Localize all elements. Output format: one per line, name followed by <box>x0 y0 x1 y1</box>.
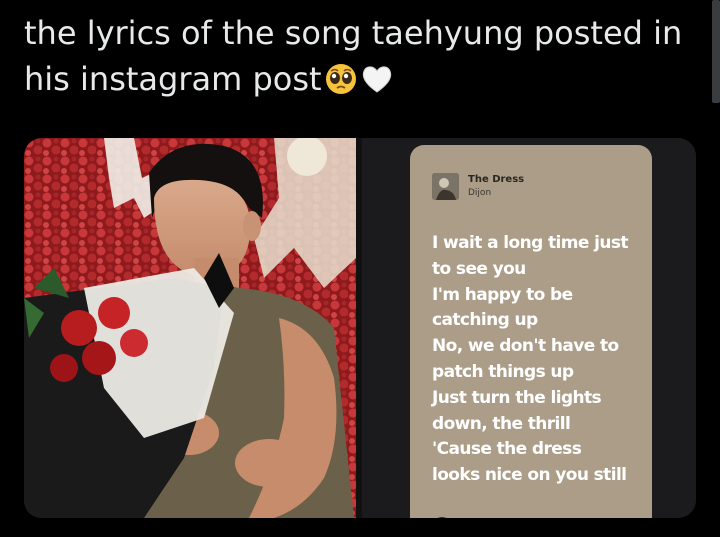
song-title: The Dress <box>468 174 525 185</box>
tweet-text: the lyrics of the song taehyung posted i… <box>24 10 704 102</box>
lyric-line: down, the thrill <box>432 413 571 434</box>
scrollbar[interactable] <box>712 0 720 103</box>
lyric-line: I'm happy to be <box>432 284 573 305</box>
pleading-face-emoji-icon <box>324 62 358 96</box>
lyrics-screenshot[interactable]: The Dress Dijon I wait a long time just … <box>362 138 696 518</box>
album-art-icon <box>432 173 459 200</box>
media-grid[interactable]: The Dress Dijon I wait a long time just … <box>24 138 696 518</box>
footer-avatar-icon <box>432 517 452 518</box>
lyric-line: catching up <box>432 310 538 331</box>
white-heart-emoji-icon <box>360 62 394 96</box>
lyric-line: to see you <box>432 258 526 279</box>
song-artist: Dijon <box>468 188 492 198</box>
lyric-line: patch things up <box>432 361 574 382</box>
lyric-line: 'Cause the dress <box>432 439 582 460</box>
lyric-line: I wait a long time just <box>432 233 628 253</box>
photo-man-with-flowers[interactable] <box>24 138 356 518</box>
lyric-line: Just turn the lights <box>432 387 602 408</box>
lyrics-card: The Dress Dijon I wait a long time just … <box>410 145 652 518</box>
lyric-line: No, we don't have to <box>432 336 619 357</box>
lyrics-text: I wait a long time just to see you I'm h… <box>432 231 646 489</box>
lyric-line: looks nice on you still <box>432 465 627 486</box>
